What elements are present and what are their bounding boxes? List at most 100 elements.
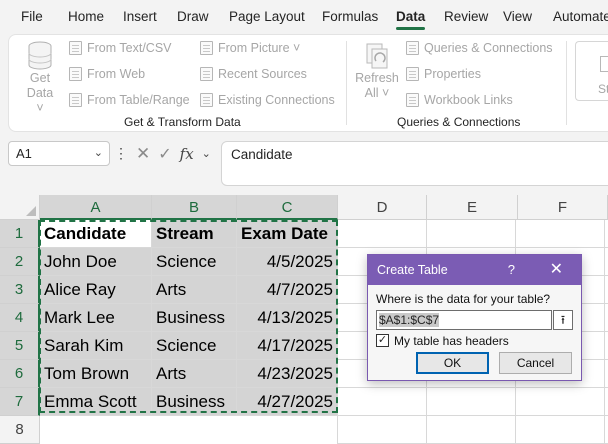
get-data-button[interactable]: Get Data ˅	[22, 41, 58, 115]
cell-b1[interactable]: Stream	[152, 220, 237, 248]
from-text-csv-button[interactable]: From Text/CSV	[69, 41, 172, 55]
cell-c7[interactable]: 4/27/2025	[237, 388, 338, 416]
select-all-button[interactable]	[0, 195, 40, 220]
cell-a2[interactable]: John Doe	[40, 248, 152, 276]
tab-draw[interactable]: Draw	[177, 9, 209, 24]
refresh-all-button[interactable]: Refresh All ˅	[355, 41, 399, 107]
database-icon	[28, 41, 52, 70]
from-picture-button[interactable]: From Picture ˅	[200, 41, 300, 55]
column-header-d[interactable]: D	[338, 195, 427, 220]
close-icon[interactable]: ✕	[550, 255, 563, 285]
fx-chevron-icon[interactable]: ⌄	[202, 147, 211, 160]
row-header-6[interactable]: 6	[0, 360, 40, 388]
refresh-icon	[366, 43, 388, 69]
queries-connections-button[interactable]: Queries & Connections	[406, 41, 553, 55]
tab-review[interactable]: Review	[444, 9, 488, 24]
from-web-label: From Web	[87, 67, 146, 81]
headers-checkbox-label[interactable]: My table has headers	[394, 334, 509, 348]
column-header-b[interactable]: B	[152, 195, 237, 220]
column-header-a[interactable]: A	[40, 195, 152, 220]
cell-b6[interactable]: Arts	[152, 360, 237, 388]
formula-input[interactable]: Candidate	[221, 141, 608, 186]
workbook-links-icon	[406, 93, 419, 107]
dialog-title: Create Table	[377, 263, 448, 277]
tab-page-layout[interactable]: Page Layout	[229, 9, 305, 24]
cell-a1[interactable]: Candidate	[40, 220, 152, 248]
cancel-button[interactable]: Cancel	[499, 352, 572, 374]
cell-c3[interactable]: 4/7/2025	[237, 276, 338, 304]
from-text-csv-label: From Text/CSV	[87, 41, 172, 55]
tab-insert[interactable]: Insert	[123, 9, 157, 24]
tab-data[interactable]: Data	[396, 9, 426, 30]
row-header-3[interactable]: 3	[0, 276, 40, 304]
range-prompt: Where is the data for your table?	[376, 292, 551, 306]
refresh-label: Refresh	[355, 71, 399, 85]
insert-function-icon[interactable]: fx	[180, 145, 194, 163]
from-table-range-label: From Table/Range	[87, 93, 190, 107]
row-header-8[interactable]: 8	[0, 416, 40, 444]
cell-c1[interactable]: Exam Date	[237, 220, 338, 248]
row-header-7[interactable]: 7	[0, 388, 40, 416]
existing-connections-button[interactable]: Existing Connections	[200, 93, 335, 107]
cell-b3[interactable]: Arts	[152, 276, 237, 304]
tab-formulas[interactable]: Formulas	[322, 9, 378, 24]
cell-b4[interactable]: Business	[152, 304, 237, 332]
cell-a4[interactable]: Mark Lee	[40, 304, 152, 332]
enter-icon[interactable]: ✓	[158, 144, 171, 164]
column-header-e[interactable]: E	[427, 195, 518, 220]
row-header-2[interactable]: 2	[0, 248, 40, 276]
queries-icon	[406, 41, 419, 55]
cell-a3[interactable]: Alice Ray	[40, 276, 152, 304]
picture-icon	[200, 41, 213, 55]
formula-bar-icons: ⋮ ✕ ✓ fx ⌄	[114, 141, 211, 166]
formula-content: Candidate	[231, 147, 293, 162]
tab-automate[interactable]: Automate	[553, 9, 608, 24]
name-box[interactable]: A1 ⌄	[8, 141, 110, 166]
chevron-down-icon[interactable]: ⌄	[94, 146, 103, 159]
row-header-4[interactable]: 4	[0, 304, 40, 332]
from-table-range-button[interactable]: From Table/Range	[69, 93, 190, 107]
tab-view[interactable]: View	[503, 9, 532, 24]
ribbon-divider-2	[566, 41, 567, 125]
from-web-button[interactable]: From Web	[69, 67, 145, 81]
properties-label: Properties	[424, 67, 481, 81]
row-header-1[interactable]: 1	[0, 220, 40, 248]
recent-sources-icon	[200, 67, 213, 81]
cell-c5[interactable]: 4/17/2025	[237, 332, 338, 360]
recent-sources-button[interactable]: Recent Sources	[200, 67, 307, 81]
tab-home[interactable]: Home	[68, 9, 104, 24]
collapse-dialog-button[interactable]: ⭱	[553, 310, 573, 330]
row-header-5[interactable]: 5	[0, 332, 40, 360]
column-header-f[interactable]: F	[518, 195, 608, 220]
upload-arrow-icon: ⭱	[560, 313, 566, 327]
headers-checkbox[interactable]: ✓	[376, 334, 389, 347]
column-header-c[interactable]: C	[237, 195, 338, 220]
stocks-icon	[600, 56, 608, 72]
cell-a6[interactable]: Tom Brown	[40, 360, 152, 388]
ok-button[interactable]: OK	[416, 352, 489, 374]
cell-a5[interactable]: Sarah Kim	[40, 332, 152, 360]
cancel-icon[interactable]: ✕	[136, 144, 150, 164]
workbook-links-button[interactable]: Workbook Links	[406, 93, 513, 107]
cell-c6[interactable]: 4/23/2025	[237, 360, 338, 388]
partial-ribbon-label: St	[598, 82, 608, 96]
partial-ribbon-button[interactable]: St	[575, 41, 608, 101]
cell-b2[interactable]: Science	[152, 248, 237, 276]
more-options-icon[interactable]: ⋮	[114, 145, 128, 162]
range-input[interactable]: $A$1:$C$7	[376, 310, 552, 330]
cell-c2[interactable]: 4/5/2025	[237, 248, 338, 276]
text-file-icon	[69, 41, 82, 55]
cell-a7[interactable]: Emma Scott	[40, 388, 152, 416]
workbook-links-label: Workbook Links	[424, 93, 513, 107]
row-8-cells[interactable]	[40, 416, 338, 444]
queries-connections-label: Queries & Connections	[424, 41, 553, 55]
cell-c4[interactable]: 4/13/2025	[237, 304, 338, 332]
range-value: $A$1:$C$7	[379, 313, 440, 327]
cell-b5[interactable]: Science	[152, 332, 237, 360]
tab-file[interactable]: File	[21, 9, 43, 24]
properties-button[interactable]: Properties	[406, 67, 481, 81]
cell-b7[interactable]: Business	[152, 388, 237, 416]
get-data-label: Get	[29, 71, 51, 85]
help-icon[interactable]: ?	[508, 255, 515, 285]
connections-icon	[200, 93, 213, 107]
